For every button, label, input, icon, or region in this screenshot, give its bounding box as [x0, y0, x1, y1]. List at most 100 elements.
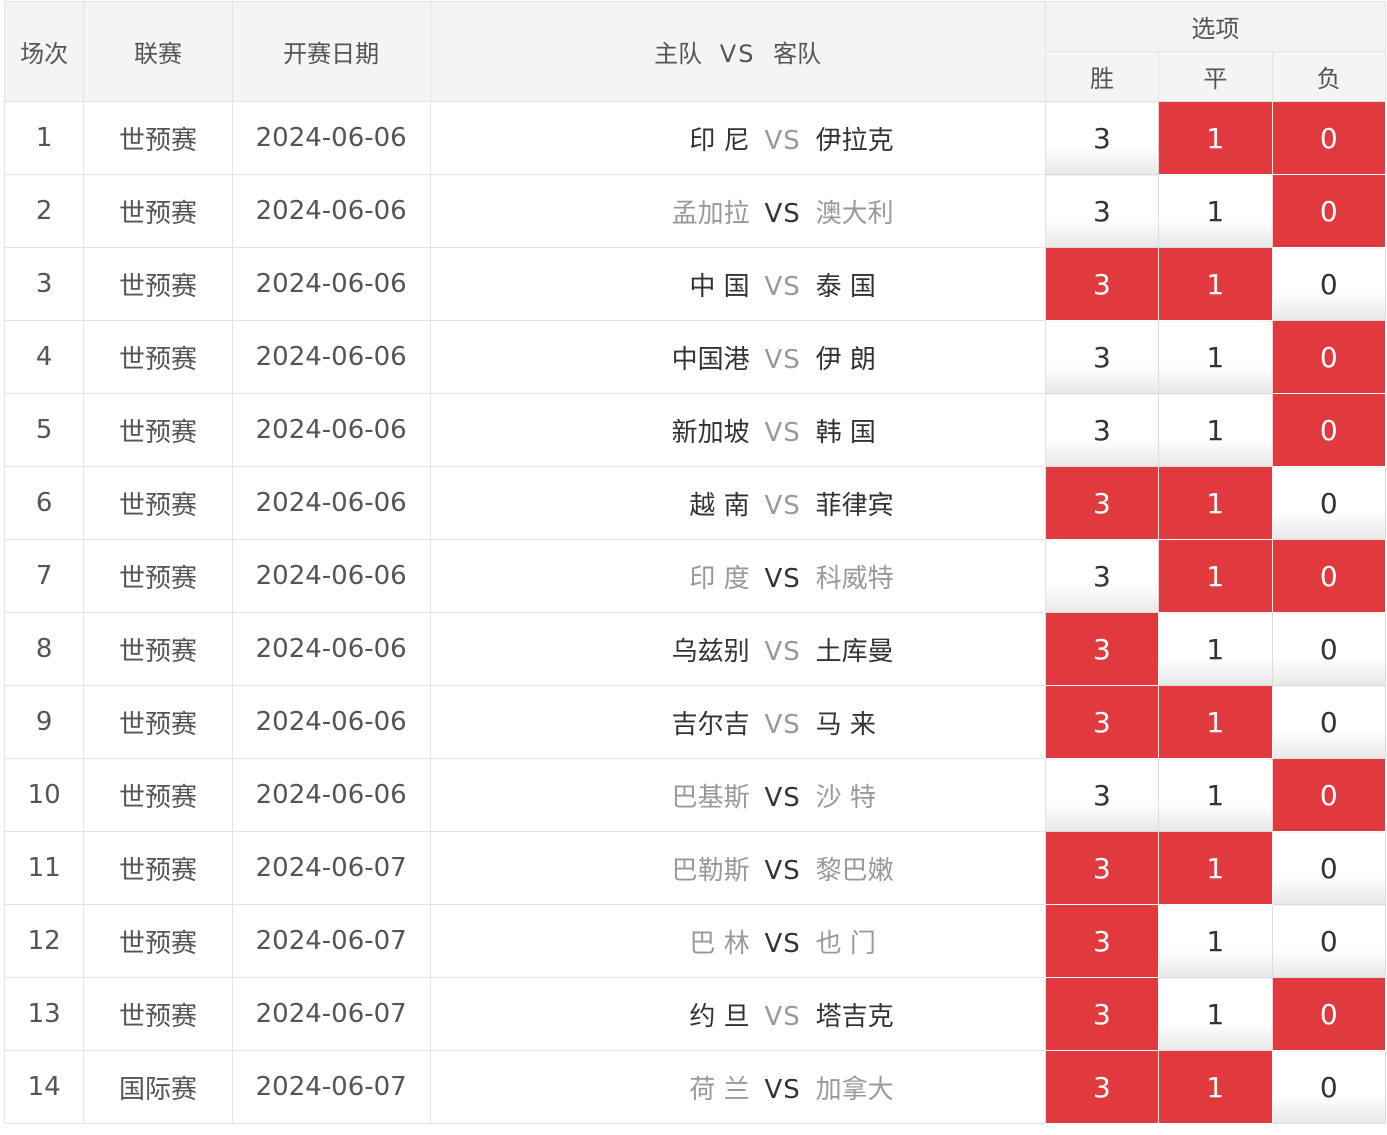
option-draw-cell[interactable]: 1 [1158, 831, 1273, 905]
option-win-cell[interactable]: 3 [1044, 758, 1160, 832]
match-date: 2024-06-06 [231, 685, 431, 759]
vs-label: VS [764, 563, 801, 594]
vs-label: VS [764, 782, 801, 813]
option-lose-cell[interactable]: 0 [1271, 977, 1387, 1051]
header-home: 主队 [654, 40, 703, 68]
table-row: 4 世预赛 2024-06-06 中国港 VS 伊 朗 310 [3, 320, 1387, 394]
match-number: 8 [3, 612, 85, 686]
option-draw-cell[interactable]: 1 [1158, 904, 1273, 978]
option-win-cell[interactable]: 3 [1044, 612, 1160, 686]
option-lose-cell[interactable]: 0 [1271, 320, 1387, 394]
option-lose-cell[interactable]: 0 [1271, 831, 1387, 905]
home-team: 中国港 [671, 344, 750, 375]
header-option-lose: 负 [1271, 51, 1387, 102]
option-draw-cell[interactable]: 1 [1158, 539, 1273, 613]
match-date: 2024-06-06 [231, 101, 431, 175]
match-number: 1 [3, 101, 85, 175]
match-date: 2024-06-07 [231, 1050, 431, 1124]
header-option-win: 胜 [1044, 51, 1160, 102]
match-table: 场次 联赛 开赛日期 主队 VS 客队 选项 胜 平 负 1 世预赛 2024-06… [3, 1, 1387, 1124]
option-draw-cell[interactable]: 1 [1158, 101, 1273, 175]
league-name: 世预赛 [83, 977, 233, 1051]
option-win-cell[interactable]: 3 [1044, 1050, 1160, 1124]
header-league: 联赛 [83, 1, 233, 102]
vs-label: VS [764, 709, 801, 740]
match-date: 2024-06-06 [231, 466, 431, 540]
option-lose-cell[interactable]: 0 [1271, 685, 1387, 759]
vs-label: VS [764, 928, 801, 959]
option-win-cell[interactable]: 3 [1044, 831, 1160, 905]
match-teams: 新加坡 VS 韩 国 [429, 393, 1046, 467]
option-draw-cell[interactable]: 1 [1158, 247, 1273, 321]
vs-label: VS [764, 125, 801, 156]
option-lose-cell[interactable]: 0 [1271, 1050, 1387, 1124]
option-win-cell[interactable]: 3 [1044, 247, 1160, 321]
option-win-cell[interactable]: 3 [1044, 466, 1160, 540]
match-teams: 约 旦 VS 塔吉克 [429, 977, 1046, 1051]
vs-label: VS [764, 636, 801, 667]
away-team: 科威特 [815, 563, 894, 594]
option-draw-cell[interactable]: 1 [1158, 977, 1273, 1051]
match-number: 6 [3, 466, 85, 540]
option-win-cell[interactable]: 3 [1044, 539, 1160, 613]
table-row: 8 世预赛 2024-06-06 乌兹别 VS 土库曼 3 1 0 [3, 612, 1387, 686]
match-date: 2024-06-06 [231, 539, 431, 613]
table-row: 7 世预赛 2024-06-06 印 度 VS 科威特 3 1 0 [3, 539, 1387, 613]
match-teams: 荷 兰 VS 加拿大 [429, 1050, 1046, 1124]
option-lose-cell[interactable]: 0 [1271, 101, 1387, 175]
option-lose-cell[interactable]: 0 [1271, 393, 1387, 467]
option-win-cell[interactable]: 3 [1044, 904, 1160, 978]
header-start-date: 开赛日期 [231, 1, 431, 102]
option-draw-cell[interactable]: 1 [1158, 393, 1273, 467]
option-draw-cell[interactable]: 1 [1158, 320, 1273, 394]
option-win-cell[interactable]: 3 [1044, 174, 1160, 248]
away-team: 也 门 [815, 928, 876, 959]
league-name: 世预赛 [83, 612, 233, 686]
match-teams: 中 国 VS 泰 国 [429, 247, 1046, 321]
header-options: 选项 [1044, 1, 1387, 52]
option-lose-cell[interactable]: 0 [1271, 758, 1387, 832]
match-date: 2024-06-06 [231, 612, 431, 686]
header-match-number: 场次 [3, 1, 85, 102]
option-lose-cell[interactable]: 0 [1271, 904, 1387, 978]
option-draw-cell[interactable]: 1 [1158, 685, 1273, 759]
table-row: 3 世预赛 2024-06-06 中 国 VS 泰 国310 [3, 247, 1387, 321]
option-win-cell[interactable]: 3 [1044, 101, 1160, 175]
header-vs: VS [719, 40, 756, 68]
option-draw-cell[interactable]: 1 [1158, 466, 1273, 540]
table-row: 12 世预赛 2024-06-07 巴 林 VS 也 门 310 [3, 904, 1387, 978]
option-draw-cell[interactable]: 1 [1158, 758, 1273, 832]
home-team: 印 尼 [689, 125, 750, 156]
league-name: 世预赛 [83, 101, 233, 175]
match-teams: 巴勒斯 VS 黎巴嫩 [429, 831, 1046, 905]
option-win-cell[interactable]: 3 [1044, 320, 1160, 394]
option-win-cell[interactable]: 3 [1044, 685, 1160, 759]
home-team: 巴勒斯 [671, 855, 750, 886]
home-team: 吉尔吉 [671, 709, 750, 740]
match-date: 2024-06-06 [231, 758, 431, 832]
league-name: 世预赛 [83, 393, 233, 467]
option-lose-cell[interactable]: 0 [1271, 539, 1387, 613]
match-number: 5 [3, 393, 85, 467]
match-date: 2024-06-06 [231, 174, 431, 248]
option-lose-cell[interactable]: 0 [1271, 466, 1387, 540]
match-teams: 巴 林 VS 也 门 [429, 904, 1046, 978]
option-win-cell[interactable]: 3 [1044, 393, 1160, 467]
away-team: 黎巴嫩 [815, 855, 894, 886]
option-lose-cell[interactable]: 0 [1271, 612, 1387, 686]
match-date: 2024-06-06 [231, 247, 431, 321]
match-date: 2024-06-06 [231, 320, 431, 394]
option-lose-cell[interactable]: 0 [1271, 174, 1387, 248]
home-team: 巴基斯 [671, 782, 750, 813]
option-draw-cell[interactable]: 1 [1158, 612, 1273, 686]
option-draw-cell[interactable]: 1 [1158, 1050, 1273, 1124]
option-lose-cell[interactable]: 0 [1271, 247, 1387, 321]
match-number: 3 [3, 247, 85, 321]
away-team: 塔吉克 [815, 1001, 894, 1032]
away-team: 马 来 [815, 709, 876, 740]
match-teams: 巴基斯 VS 沙 特 [429, 758, 1046, 832]
option-draw-cell[interactable]: 1 [1158, 174, 1273, 248]
option-win-cell[interactable]: 3 [1044, 977, 1160, 1051]
home-team: 巴 林 [689, 928, 750, 959]
vs-label: VS [764, 1001, 801, 1032]
